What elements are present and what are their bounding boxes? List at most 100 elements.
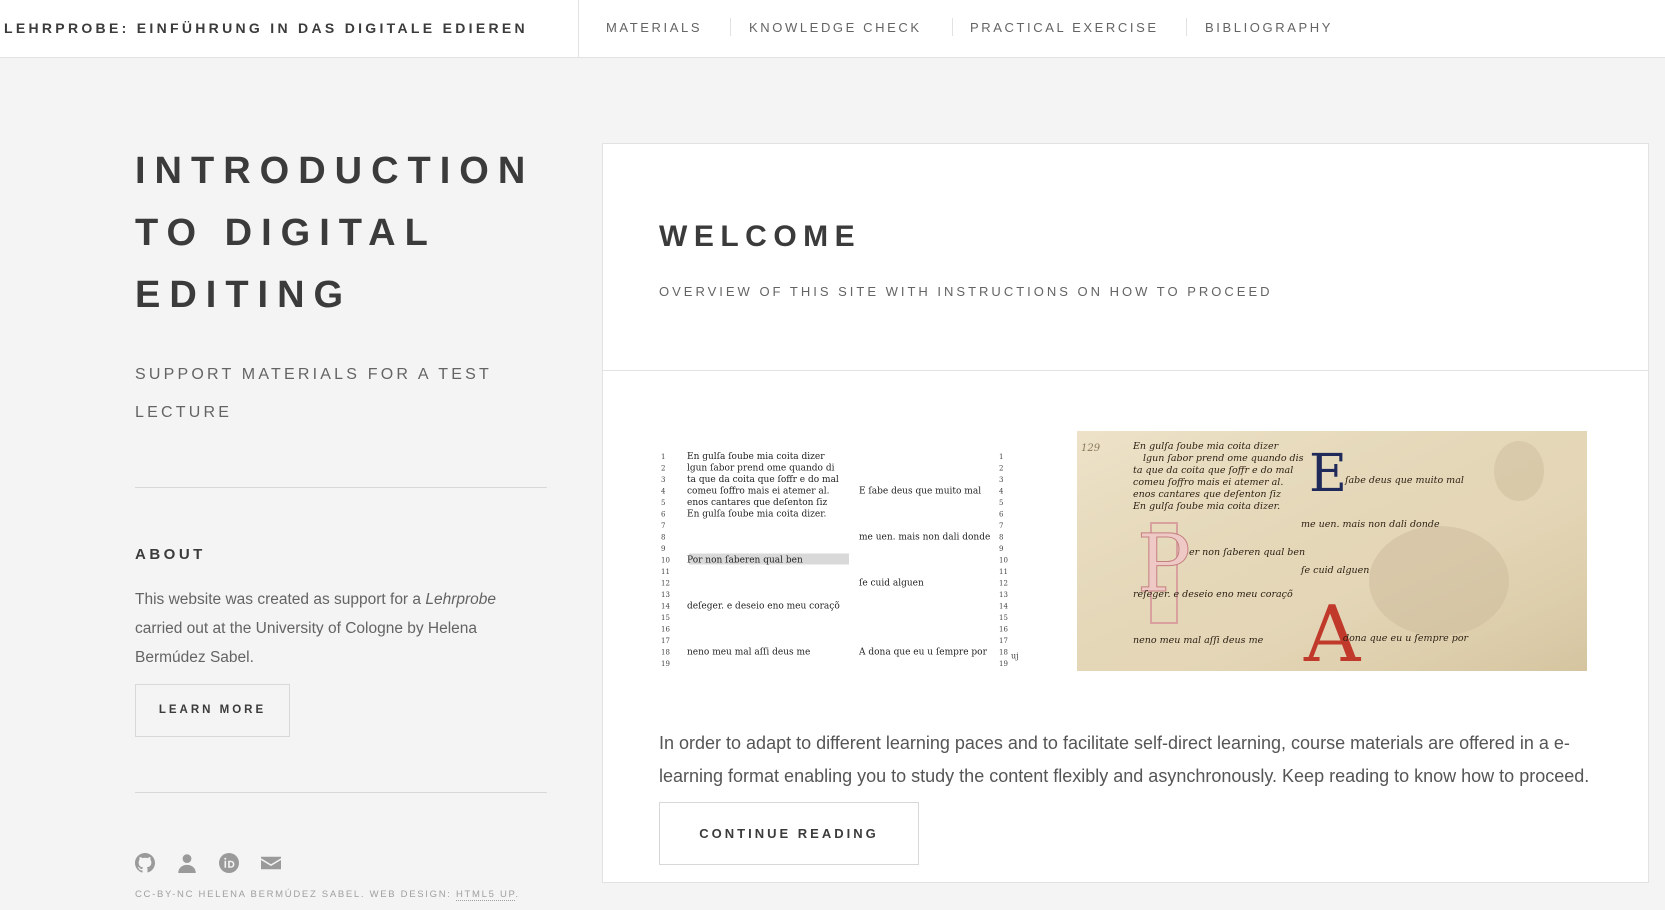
nav-item-materials[interactable]: MATERIALS (606, 20, 702, 35)
line-number: 7 (661, 522, 665, 530)
line-number: 18 (999, 649, 1008, 657)
folio-number: 129 (1081, 443, 1101, 454)
line-number: 9 (661, 545, 665, 553)
line-number: 8 (661, 534, 665, 542)
manuscript-line: ſe cuid alguen (1300, 565, 1369, 576)
line-number: 19 (661, 660, 670, 668)
about-text-emphasis: Lehrprobe (425, 591, 497, 608)
line-number: 9 (999, 545, 1003, 553)
line-number: 4 (999, 488, 1004, 496)
line-number: 1 (999, 453, 1003, 461)
line-number: 2 (999, 465, 1003, 473)
continue-reading-button[interactable]: CONTINUE READING (659, 802, 919, 865)
line-number: 12 (661, 580, 670, 588)
html5up-link[interactable]: HTML5 UP (455, 889, 516, 901)
line-number: 6 (661, 511, 666, 519)
line-number: 17 (661, 637, 670, 645)
transcription-line: ta que da coita que ſoffr e do mal (687, 475, 839, 485)
manuscript-line: dona que eu u ſempre por (1343, 633, 1470, 644)
copyright: CC-BY-NC HELENA BERMÚDEZ SABEL. WEB DESI… (135, 889, 547, 901)
line-number: 16 (661, 626, 670, 634)
line-number: 11 (999, 568, 1008, 576)
line-number: 14 (661, 603, 670, 611)
manuscript-line: neno meu mal aſſi deus me (1133, 635, 1264, 646)
folio-note: uj (1011, 652, 1019, 661)
manuscript-line: me uen. mais non dali donde (1301, 519, 1440, 530)
post-title[interactable]: WELCOME (659, 220, 861, 254)
line-number: 3 (661, 476, 665, 484)
line-number: 17 (999, 637, 1008, 645)
envelope-icon[interactable] (261, 853, 281, 873)
line-number: 3 (999, 476, 1003, 484)
line-number: 10 (999, 557, 1008, 565)
line-number: 16 (999, 626, 1008, 634)
transcription-line: enos cantares que deſenton ſiz (687, 498, 828, 508)
manuscript-line: enos cantares que deſenton ſiz (1133, 489, 1282, 500)
line-number: 6 (999, 511, 1004, 519)
transcription-line: En gulſa ſoube mia coita dizer (687, 452, 825, 462)
manuscript-line: En gulſa ſoube mia coita dizer (1132, 441, 1280, 452)
transcription-line: comeu ſoffro mais ei atemer al. (687, 487, 830, 497)
copyright-text: CC-BY-NC HELENA BERMÚDEZ SABEL. WEB DESI… (135, 889, 456, 900)
user-icon[interactable] (177, 853, 197, 873)
about-heading: ABOUT (135, 546, 206, 563)
transcription-line: deſeger. e deseio eno meu coraçõ (687, 601, 840, 612)
transcription-line: ſe cuid alguen (859, 579, 924, 589)
line-number: 13 (999, 591, 1008, 599)
post-header: WELCOME OVERVIEW OF THIS SITE WITH INSTR… (603, 144, 1648, 371)
transcription-line: me uen. mais non dali donde (859, 533, 990, 543)
about-text-part: carried out at the University of Cologne… (135, 620, 478, 666)
initial-e-icon: E (1309, 444, 1347, 504)
line-number: 7 (999, 522, 1003, 530)
site-title[interactable]: LEHRPROBE: EINFÜHRUNG IN DAS DIGITALE ED… (4, 20, 528, 36)
manuscript-line: reſeger. e deseio eno meu coraçõ (1133, 589, 1293, 600)
line-number: 18 (661, 649, 670, 657)
line-number: 10 (661, 557, 670, 565)
learn-more-button[interactable]: LEARN MORE (135, 684, 290, 737)
nav-separator (730, 18, 731, 36)
transcription-line: A dona que eu u ſempre por (858, 648, 988, 658)
post-subtitle: OVERVIEW OF THIS SITE WITH INSTRUCTIONS … (659, 284, 1273, 299)
line-number: 1 (661, 453, 665, 461)
manuscript-line: ta que da coita que ſoffr e do mal (1133, 465, 1293, 476)
line-number: 15 (999, 614, 1008, 622)
nav-item-bibliography[interactable]: BIBLIOGRAPHY (1205, 20, 1333, 35)
about-text: This website was created as support for … (135, 585, 515, 672)
github-icon[interactable] (135, 853, 155, 873)
edition-figure: 1 1En gulſa ſoube mia coita dizer2 2 lgun … (661, 431, 1587, 680)
manuscript-line: er non ſaberen qual ben (1189, 547, 1305, 558)
parchment-stain (1369, 526, 1509, 636)
manuscript-line: ſabe deus que muito mal (1344, 475, 1464, 486)
line-number: 19 (999, 660, 1008, 668)
divider (135, 792, 547, 793)
diplomatic-transcription: 1 1En gulſa ſoube mia coita dizer2 2 lgun … (661, 452, 1019, 668)
divider (135, 487, 547, 488)
transcription-line: En gulſa ſoube mia coita dizer. (687, 510, 827, 520)
copyright-end: . (515, 889, 520, 900)
manuscript-line: lgun ſabor prend ome quando dis (1143, 453, 1304, 464)
post-image[interactable]: 1 1 En gulſa ſoube mia coita dizer 2 2 lgun … (659, 431, 1589, 680)
social-icons (135, 853, 547, 873)
orcid-icon[interactable] (219, 853, 239, 873)
sidebar: INTRODUCTION TO DIGITAL EDITING SUPPORT … (135, 140, 547, 901)
line-number: 4 (661, 488, 666, 496)
transcription-line: neno meu mal aſſi deus me (687, 648, 810, 658)
line-number: 11 (661, 568, 670, 576)
nav-separator (952, 18, 953, 36)
post-body: In order to adapt to different learning … (659, 733, 1590, 786)
manuscript-facsimile: 129 P E A En gulſa ſoube mia coita dizer… (1077, 431, 1587, 680)
intro-subtitle: SUPPORT MATERIALS FOR A TEST LECTURE (135, 366, 492, 421)
line-number: 14 (999, 603, 1008, 611)
line-number: 8 (999, 534, 1003, 542)
nav-item-knowledge-check[interactable]: KNOWLEDGE CHECK (749, 20, 922, 35)
line-number: 15 (661, 614, 670, 622)
transcription-line: Por non ſaberen qual ben (687, 556, 803, 566)
line-number: 12 (999, 580, 1008, 588)
nav-item-practical-exercise[interactable]: PRACTICAL EXERCISE (970, 20, 1159, 35)
line-number: 5 (999, 499, 1003, 507)
transcription-line: E ſabe deus que muito mal (859, 487, 981, 497)
line-number: 5 (661, 499, 665, 507)
line-number: 2 (661, 465, 665, 473)
line-number: 13 (661, 591, 670, 599)
welcome-post: WELCOME OVERVIEW OF THIS SITE WITH INSTR… (602, 143, 1649, 883)
